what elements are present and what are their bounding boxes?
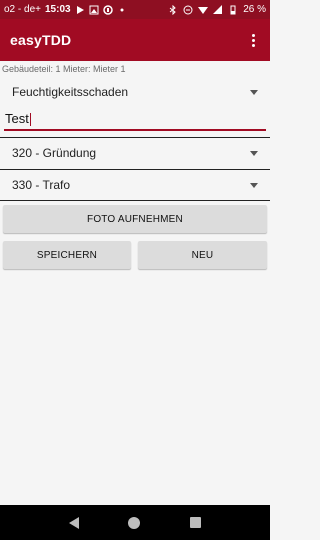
text-cursor [29, 113, 31, 126]
battery-label: 26 % [243, 4, 266, 15]
status-bar: o2 - de+ 15:03 26 % [0, 0, 270, 19]
do-not-disturb-icon [183, 5, 193, 14]
bluetooth-icon [169, 4, 176, 15]
app-bar: easyTDD [0, 19, 270, 61]
image-icon [89, 5, 99, 14]
take-photo-button[interactable]: FOTO AUFNEHMEN [3, 205, 267, 233]
category-1-dropdown[interactable]: 320 - Gründung [0, 138, 270, 168]
dropdown-arrow-icon [250, 150, 258, 156]
app-title: easyTDD [10, 32, 72, 48]
time-label: 15:03 [44, 4, 71, 15]
damage-type-dropdown[interactable]: Feuchtigkeitsschaden [0, 77, 270, 107]
recent-apps-icon[interactable] [190, 517, 202, 528]
category-2-value: 330 - Trafo [12, 178, 71, 192]
home-icon[interactable] [128, 516, 141, 529]
app-icon [102, 4, 113, 15]
battery-icon [230, 5, 236, 14]
description-input[interactable]: Test [4, 111, 266, 131]
navigation-bar [0, 505, 270, 540]
save-button[interactable]: SPEICHERN [3, 241, 131, 269]
play-icon [76, 5, 84, 14]
category-2-dropdown[interactable]: 330 - Trafo [0, 170, 270, 200]
signal-icon [213, 4, 223, 14]
new-button[interactable]: NEU [138, 241, 267, 269]
category-1-value: 320 - Gründung [12, 146, 97, 160]
more-vert-icon[interactable] [246, 33, 260, 47]
dot-icon [120, 8, 124, 11]
damage-type-value: Feuchtigkeitsschaden [12, 85, 129, 99]
page-subtitle: Gebäudeteil: 1 Mieter: Mieter 1 [2, 64, 126, 74]
dropdown-arrow-icon [250, 89, 258, 95]
description-value: Test [5, 111, 29, 126]
back-icon[interactable] [68, 516, 79, 529]
dropdown-arrow-icon [250, 182, 258, 188]
carrier-label: o2 - de+ [4, 4, 41, 15]
wifi-icon [198, 6, 209, 14]
divider [0, 200, 270, 201]
